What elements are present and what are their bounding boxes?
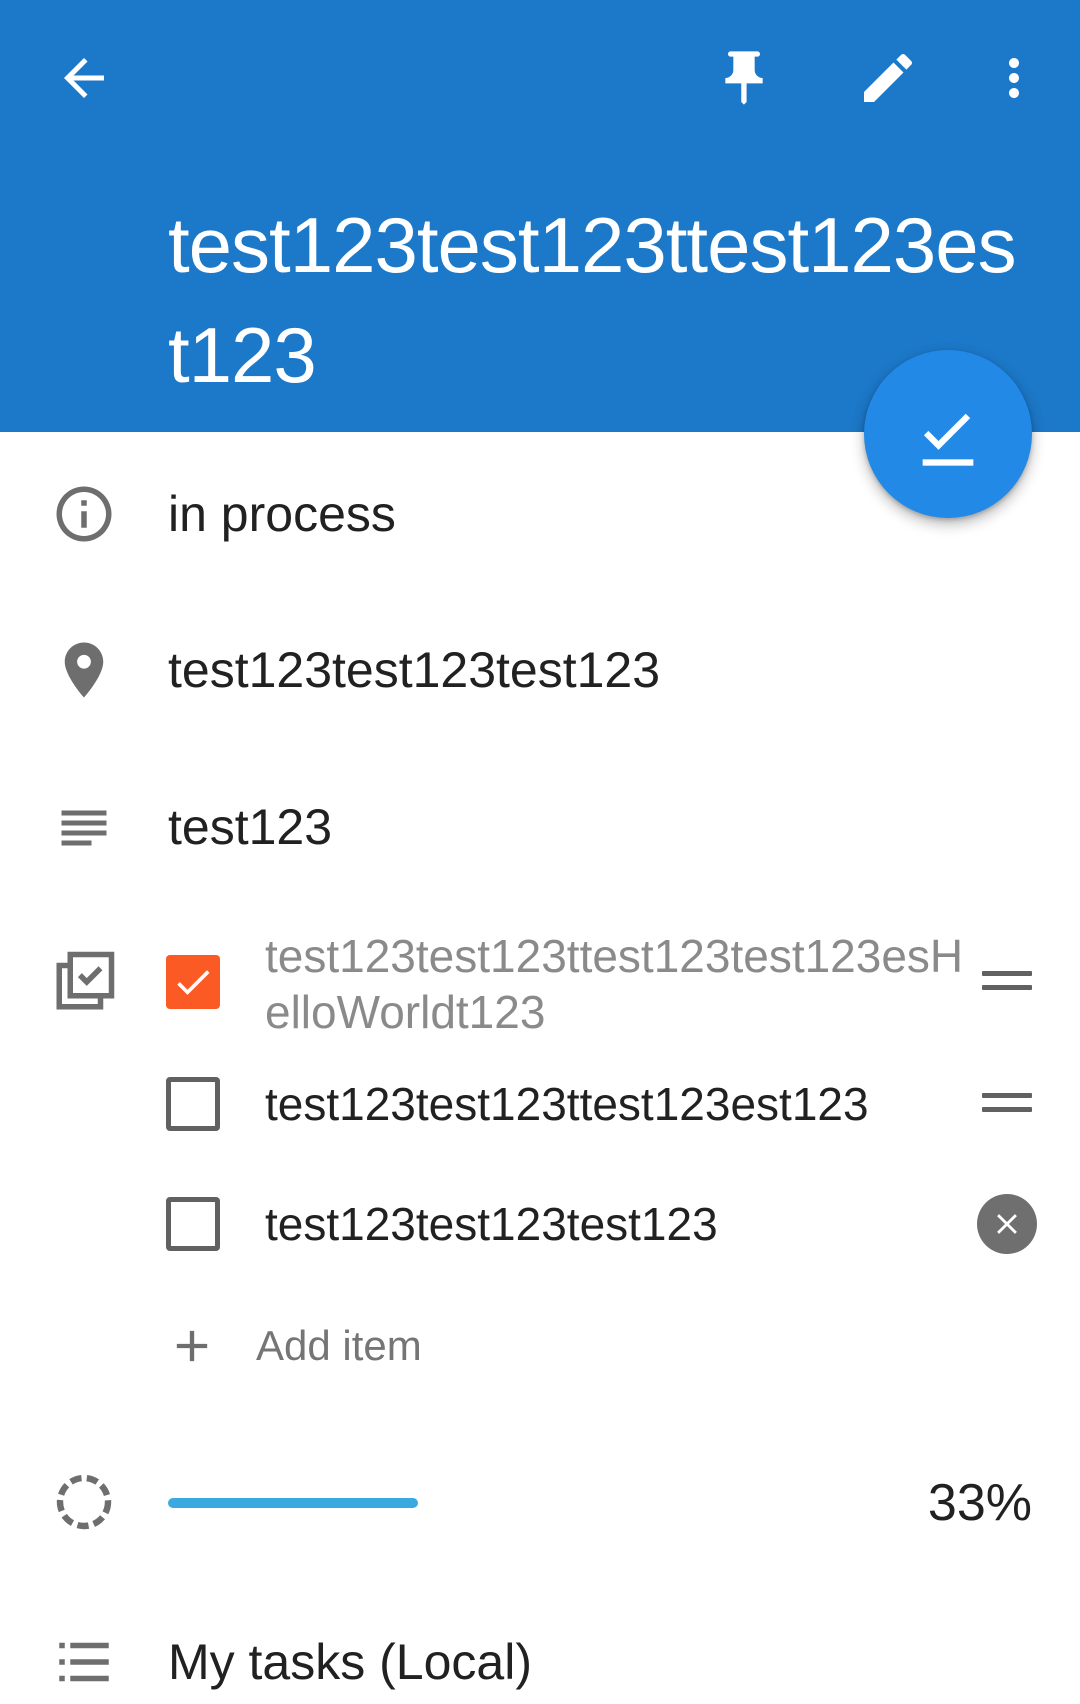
checkmark-icon	[177, 970, 210, 995]
checklist-icon	[42, 940, 126, 1024]
edit-pencil-icon[interactable]	[840, 30, 936, 126]
close-icon	[997, 1214, 1017, 1234]
more-vert-icon[interactable]	[966, 30, 1062, 126]
task-list-name[interactable]: My tasks (Local)	[168, 1632, 532, 1692]
status-text[interactable]: in process	[168, 484, 396, 544]
progress-percent: 33%	[927, 1474, 1032, 1532]
location-text[interactable]: test123test123test123	[168, 640, 660, 700]
add-item-label: Add item	[256, 1322, 422, 1369]
checklist-item-text[interactable]: test123test123ttest123test123esHelloWorl…	[265, 928, 985, 1040]
check-done-icon	[922, 413, 974, 466]
checklist-item-text[interactable]: test123test123ttest123est123	[265, 1076, 869, 1132]
checklist-item-text[interactable]: test123test123test123	[265, 1196, 718, 1252]
back-arrow-icon[interactable]	[36, 30, 132, 126]
item-checkbox-checked[interactable]	[166, 955, 220, 1009]
plus-icon	[176, 1330, 208, 1362]
info-icon	[42, 472, 126, 556]
notes-lines-icon	[42, 786, 126, 870]
item-checkbox[interactable]	[166, 1197, 220, 1251]
add-item-button[interactable]: Add item	[166, 1318, 422, 1374]
complete-task-button[interactable]	[864, 350, 1032, 518]
location-pin-icon	[42, 628, 126, 712]
drag-handle-icon[interactable]	[982, 1093, 1032, 1117]
drag-handle-icon[interactable]	[982, 971, 1032, 995]
progress-fill	[168, 1498, 418, 1508]
list-bullets-icon	[42, 1620, 126, 1704]
description-text[interactable]: test123	[168, 797, 332, 857]
progress-circle-icon	[42, 1460, 126, 1544]
progress-bar[interactable]	[168, 1498, 418, 1508]
remove-item-button[interactable]	[977, 1194, 1037, 1254]
pin-icon[interactable]	[696, 30, 792, 126]
item-checkbox[interactable]	[166, 1077, 220, 1131]
